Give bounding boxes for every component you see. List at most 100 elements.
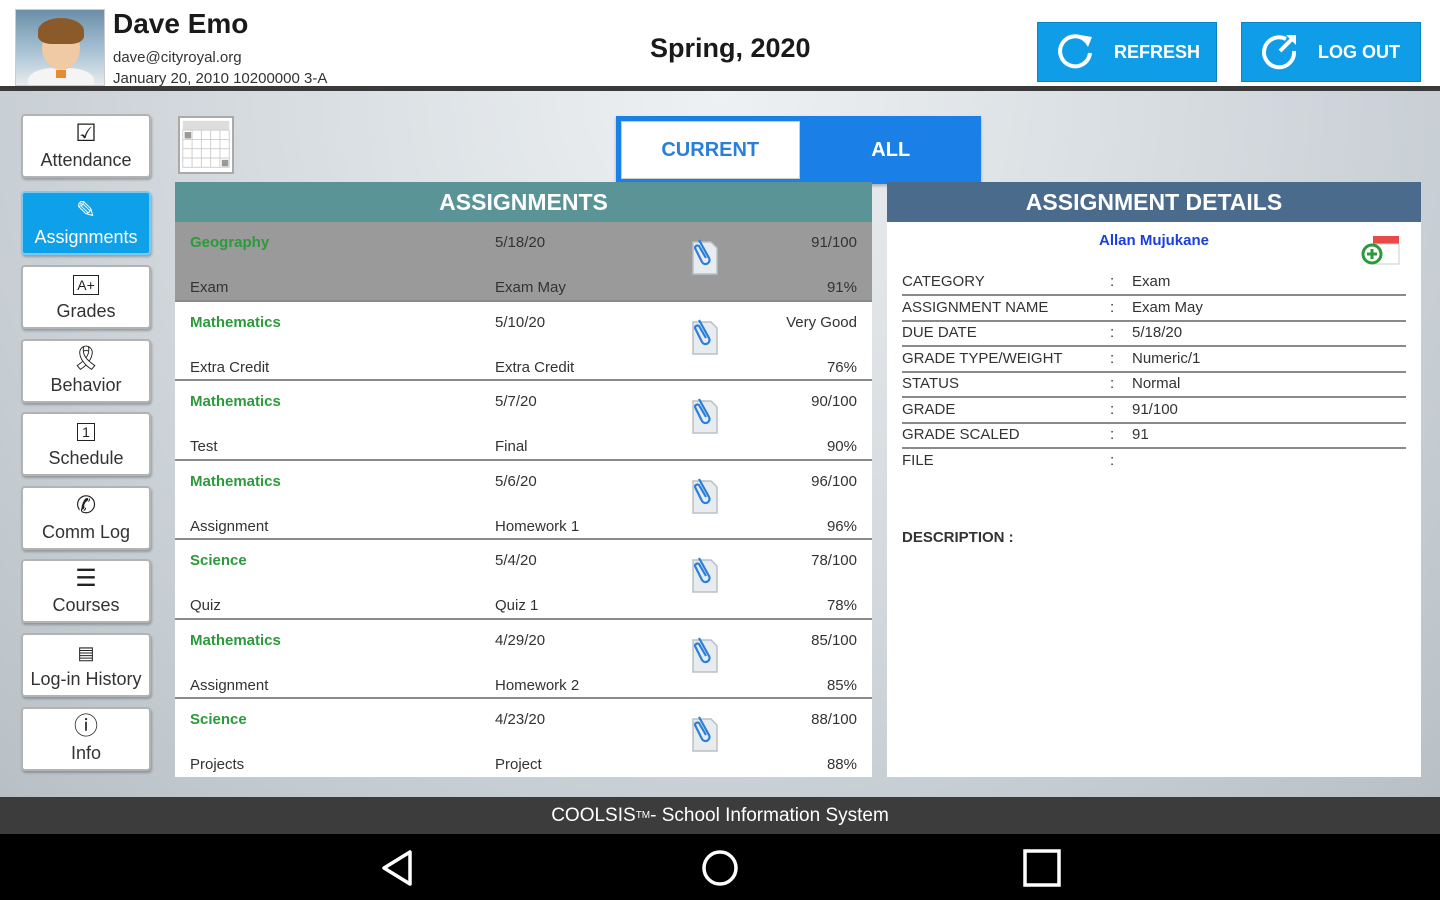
attachment-icon[interactable]: [689, 475, 721, 515]
user-email: dave@cityroyal.org: [113, 49, 242, 66]
sidebar-item-assignments[interactable]: ✎ Assignments: [21, 191, 151, 255]
logout-button[interactable]: LOG OUT: [1241, 22, 1421, 82]
assignment-score: Very Good: [786, 313, 857, 331]
assignment-row[interactable]: Science 4/23/20 88/100 Projects Project 88%: [175, 699, 872, 777]
calendar-icon[interactable]: [178, 116, 234, 174]
current-toggle-button[interactable]: CURRENT: [621, 121, 800, 179]
home-icon[interactable]: [700, 848, 740, 888]
assignment-name: Extra Credit: [495, 358, 575, 376]
info-icon: ⓘ: [74, 713, 98, 740]
assignment-date: 4/29/20: [495, 631, 546, 649]
assignments-panel: ASSIGNMENTS Geography 5/18/20 91/100 Exam Ex…: [175, 182, 872, 777]
assignment-category: Assignment: [190, 517, 269, 535]
assignment-subject: Geography: [190, 234, 270, 251]
refresh-button[interactable]: REFRESH: [1037, 22, 1217, 82]
detail-value: 91/100: [1132, 400, 1178, 418]
attachment-icon[interactable]: [689, 554, 721, 594]
footer-brand: COOLSIS: [551, 804, 636, 826]
sidebar-item-courses[interactable]: ☰ Courses: [21, 559, 151, 623]
footer-text: - School Information System: [650, 804, 889, 826]
assignment-row[interactable]: Mathematics 5/6/20 96/100 Assignment Homewor…: [175, 461, 872, 540]
sidebar-item-schedule[interactable]: 1 Schedule: [21, 412, 151, 476]
attachment-icon[interactable]: [689, 713, 721, 753]
detail-label: GRADE TYPE/WEIGHT: [902, 349, 1063, 367]
assignment-date: 5/10/20: [495, 313, 546, 331]
detail-row: DUE DATE:5/18/20: [902, 321, 1406, 347]
detail-label: FILE: [902, 451, 934, 469]
description-label: DESCRIPTION :: [902, 529, 1014, 546]
detail-row: GRADE SCALED:91: [902, 423, 1406, 449]
sidebar-item-label: Comm Log: [41, 522, 131, 542]
term-title: Spring, 2020: [650, 33, 811, 63]
detail-label: DUE DATE: [902, 324, 977, 341]
avatar: [15, 9, 105, 86]
assignment-row[interactable]: Mathematics 5/7/20 90/100 Test Final 90%: [175, 381, 872, 461]
app-header: Dave Emo dave@cityroyal.org January 20, …: [0, 0, 1440, 88]
detail-separator: :: [1110, 349, 1115, 367]
eraser-icon: ✎: [75, 197, 97, 224]
assignment-score: 88/100: [811, 711, 857, 728]
attachment-icon[interactable]: [689, 395, 721, 435]
assignment-name: Quiz 1: [495, 597, 539, 614]
assignment-date: 5/4/20: [495, 552, 537, 569]
sidebar-item-info[interactable]: ⓘ Info: [21, 707, 151, 771]
detail-value: Exam May: [1132, 298, 1203, 316]
sidebar-item-grades[interactable]: A+ Grades: [21, 265, 151, 329]
assignments-title: ASSIGNMENTS: [175, 182, 872, 222]
system-nav-bar: [0, 834, 1440, 900]
history-icon: ▤: [77, 643, 95, 663]
assignment-row[interactable]: Geography 5/18/20 91/100 Exam Exam May 91%: [175, 222, 872, 302]
detail-value: 91: [1132, 426, 1149, 443]
attachment-icon[interactable]: [689, 634, 721, 674]
assignment-percent: 96%: [826, 517, 857, 535]
detail-separator: :: [1110, 451, 1115, 469]
assignment-subject: Mathematics: [190, 313, 281, 331]
assignment-row[interactable]: Mathematics 5/10/20 Very Good Extra Credit E…: [175, 302, 872, 381]
user-name: Dave Emo: [113, 8, 249, 39]
user-meta: January 20, 2010 10200000 3-A: [113, 70, 328, 87]
add-calendar-icon[interactable]: [1361, 230, 1401, 270]
sidebar-item-label: Schedule: [48, 448, 124, 468]
detail-separator: :: [1110, 273, 1115, 290]
detail-row: CATEGORY: Exam: [902, 270, 1406, 296]
sidebar-item-behavior[interactable]: 🎗 Behavior: [21, 339, 151, 403]
assignment-score: 96/100: [811, 472, 857, 490]
back-icon[interactable]: [378, 848, 418, 888]
recents-icon[interactable]: [1022, 848, 1062, 888]
assignment-row[interactable]: Mathematics 4/29/20 85/100 Assignment Homewo…: [175, 620, 872, 699]
ribbon-icon: 🎗: [70, 345, 102, 372]
sidebar-item-label: Attendance: [40, 150, 132, 170]
all-toggle-button[interactable]: ALL: [803, 118, 980, 182]
detail-label: STATUS: [902, 375, 959, 392]
assignment-details-panel: ASSIGNMENT DETAILS Allan Mujukane CATEGO…: [887, 182, 1421, 777]
assignment-date: 5/7/20: [495, 393, 537, 410]
sidebar-item-login-history[interactable]: ▤ Log-in History: [21, 633, 151, 697]
attachment-icon[interactable]: [689, 236, 721, 276]
assignment-category: Assignment: [190, 676, 269, 694]
footer-tm: TM: [635, 810, 651, 821]
assignment-category: Test: [190, 438, 218, 455]
view-toggle: CURRENT ALL: [616, 116, 981, 184]
detail-row: ASSIGNMENT NAME: Exam May: [902, 296, 1406, 322]
assignment-date: 5/6/20: [495, 472, 537, 490]
assignment-category: Exam: [190, 279, 229, 296]
sidebar-item-label: Assignments: [34, 227, 138, 247]
grade-icon: A+: [23, 270, 149, 300]
assignment-row[interactable]: Science 5/4/20 78/100 Quiz Quiz 1 78%: [175, 540, 872, 620]
assignment-category: Quiz: [190, 597, 221, 614]
detail-separator: :: [1110, 426, 1115, 443]
assignment-score: 85/100: [811, 631, 857, 649]
detail-row: FILE:: [902, 449, 1406, 475]
sidebar-item-comm-log[interactable]: ✆ Comm Log: [21, 486, 151, 550]
phone-icon: ✆: [75, 492, 97, 519]
teacher-link[interactable]: Allan Mujukane: [887, 232, 1421, 249]
app-footer: COOLSIS TM - School Information System: [0, 797, 1440, 834]
assignment-name: Final: [495, 438, 528, 455]
logout-label: LOG OUT: [1318, 41, 1400, 62]
attachment-icon[interactable]: [689, 316, 721, 356]
detail-separator: :: [1110, 375, 1115, 392]
detail-value: Normal: [1132, 375, 1181, 392]
sidebar-item-attendance[interactable]: ☑ Attendance: [21, 114, 151, 178]
detail-row: GRADE TYPE/WEIGHT: Numeric/1: [902, 347, 1406, 373]
detail-value: Exam: [1132, 273, 1171, 290]
